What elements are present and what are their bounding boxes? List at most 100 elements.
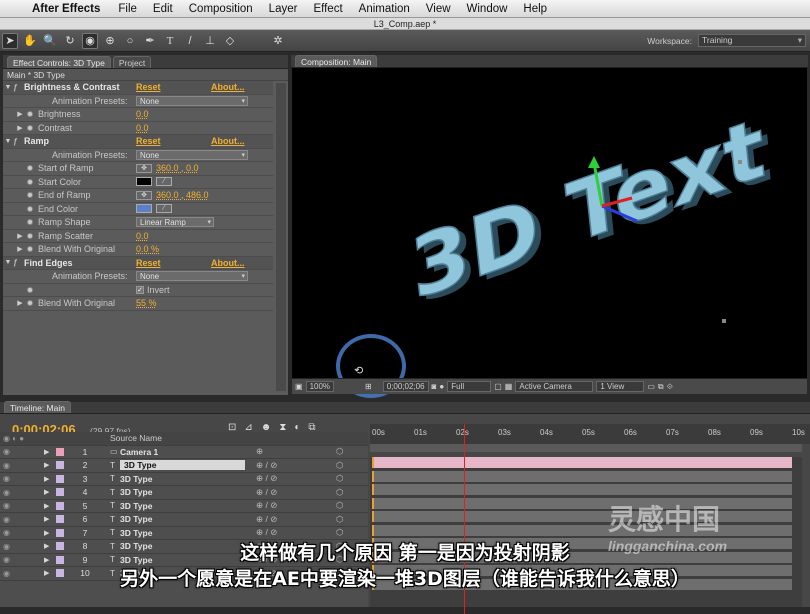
twirl-closed-icon[interactable]: ▶ [44, 461, 56, 469]
menu-composition[interactable]: Composition [181, 3, 261, 15]
label-color-swatch[interactable] [56, 528, 64, 537]
eye-icon[interactable]: ◉ [0, 474, 28, 483]
always-preview-icon[interactable]: ▣ [295, 382, 303, 391]
eraser-tool-icon[interactable]: ◇ [222, 33, 238, 49]
eye-icon[interactable]: ◉ [0, 528, 28, 537]
animation-presets-select[interactable]: None [136, 271, 248, 282]
region-icon[interactable]: ▢ [494, 382, 502, 391]
label-color-swatch[interactable] [56, 515, 64, 524]
rotate-tool-icon[interactable]: ↻ [62, 33, 78, 49]
effect-find-edges[interactable]: ▼ ƒ Find Edges Reset About... [3, 256, 273, 270]
layer-source-name[interactable]: 3D Type [120, 501, 152, 511]
work-area-bar[interactable] [370, 444, 802, 452]
menu-view[interactable]: View [418, 3, 459, 15]
stopwatch-icon[interactable] [27, 286, 33, 293]
eyedropper-icon[interactable]: ⁄ [156, 177, 172, 187]
pen-tool-icon[interactable]: ✒ [142, 33, 158, 49]
mask-tool-icon[interactable]: ○ [122, 33, 138, 49]
label-color-swatch[interactable] [56, 461, 64, 470]
menu-help[interactable]: Help [515, 3, 555, 15]
ramp-blend-value[interactable]: 0.0 % [136, 244, 159, 254]
transparency-grid-icon[interactable]: ▦ [505, 382, 513, 391]
switches[interactable]: ⊕ [256, 446, 263, 457]
reset-link[interactable]: Reset [136, 258, 161, 268]
fx-icon[interactable]: ƒ [13, 258, 24, 267]
layer-row[interactable]: ◉ ▶ 5 T 3D Type ⊕ / ⊘ ⬡ [0, 500, 368, 513]
workspace-select[interactable]: Training [698, 34, 806, 47]
layer-source-name[interactable]: 3D Type [120, 528, 152, 538]
stopwatch-icon[interactable] [27, 219, 33, 226]
start-color-swatch[interactable] [136, 177, 152, 187]
end-of-ramp-value[interactable]: 360.0 , 486.0 [156, 190, 209, 200]
about-link[interactable]: About... [211, 82, 245, 92]
3d-layer-icon[interactable]: ⬡ [336, 487, 343, 498]
zoom-tool-icon[interactable]: 🔍 [42, 33, 58, 49]
switches[interactable]: ⊕ / ⊘ [256, 487, 277, 498]
eye-icon[interactable]: ◉ [0, 515, 28, 524]
stopwatch-icon[interactable] [27, 111, 33, 118]
menu-effect[interactable]: Effect [305, 3, 350, 15]
eye-icon[interactable]: ◉ [0, 447, 28, 456]
layer-source-name[interactable]: 3D Type [120, 460, 245, 471]
switches[interactable]: ⊕ / ⊘ [256, 500, 277, 511]
resolution-select[interactable]: Full [447, 381, 492, 392]
crosshair-icon[interactable]: ✥ [136, 190, 152, 200]
twirl-closed-icon[interactable]: ▶ [15, 299, 25, 307]
camera-select[interactable]: Active Camera [515, 381, 594, 392]
tab-effect-controls[interactable]: Effect Controls: 3D Type [7, 56, 111, 68]
effect-ramp[interactable]: ▼ ƒ Ramp Reset About... [3, 135, 273, 149]
clone-stamp-tool-icon[interactable]: ⊥ [202, 33, 218, 49]
grid-icon[interactable]: ⊞ [365, 382, 372, 391]
switches[interactable]: ⊕ / ⊘ [256, 527, 277, 538]
ramp-scatter-value[interactable]: 0.0 [136, 231, 149, 241]
reset-link[interactable]: Reset [136, 136, 161, 146]
label-color-swatch[interactable] [56, 501, 64, 510]
stopwatch-icon[interactable] [27, 300, 33, 307]
3d-layer-icon[interactable]: ⬡ [336, 446, 343, 457]
reset-link[interactable]: Reset [136, 82, 161, 92]
find-edges-blend-value[interactable]: 55 % [136, 298, 157, 308]
twirl-closed-icon[interactable]: ▶ [44, 515, 56, 523]
hand-tool-icon[interactable]: ✋ [22, 33, 38, 49]
flowchart-icon[interactable]: ⟐ [667, 382, 673, 392]
eye-icon[interactable]: ◉ [0, 501, 28, 510]
tab-composition-main[interactable]: Composition: Main [295, 55, 378, 67]
effect-controls-scrollbar[interactable] [276, 83, 286, 391]
puppet-tool-icon[interactable]: ✲ [270, 33, 286, 49]
fx-icon[interactable]: ƒ [13, 137, 24, 146]
about-link[interactable]: About... [211, 136, 245, 146]
snapshot-icon[interactable]: ◙ [432, 382, 437, 391]
layer-source-name[interactable]: 3D Type [120, 514, 152, 524]
menu-edit[interactable]: Edit [145, 3, 181, 15]
layer-duration-bar[interactable] [372, 511, 792, 522]
twirl-closed-icon[interactable]: ▶ [15, 232, 25, 240]
layer-source-name[interactable]: 3D Type [120, 474, 152, 484]
twirl-open-icon[interactable]: ▼ [3, 84, 13, 91]
crosshair-icon[interactable]: ✥ [136, 163, 152, 173]
label-color-swatch[interactable] [56, 447, 64, 456]
type-tool-icon[interactable]: T [162, 33, 178, 49]
menu-file[interactable]: File [110, 3, 145, 15]
eye-icon[interactable]: ◉ [0, 461, 28, 470]
twirl-closed-icon[interactable]: ▶ [15, 124, 25, 132]
twirl-closed-icon[interactable]: ▶ [15, 245, 25, 253]
orbit-camera-tool-icon[interactable]: ◉ [82, 32, 98, 49]
layer-duration-bar[interactable] [372, 497, 792, 509]
twirl-closed-icon[interactable]: ▶ [15, 110, 25, 118]
layer-row[interactable]: ◉ ▶ 3 T 3D Type ⊕ / ⊘ ⬡ [0, 473, 368, 486]
stopwatch-icon[interactable] [27, 165, 33, 172]
layer-duration-bar[interactable] [372, 524, 792, 536]
about-link[interactable]: About... [211, 258, 245, 268]
brush-tool-icon[interactable]: / [182, 33, 198, 49]
twirl-open-icon[interactable]: ▼ [3, 259, 13, 266]
channel-icon[interactable]: ● [439, 382, 444, 391]
layer-row[interactable]: ◉ ▶ 4 T 3D Type ⊕ / ⊘ ⬡ [0, 486, 368, 500]
fx-icon[interactable]: ƒ [13, 83, 24, 92]
fast-preview-icon[interactable]: ⧉ [658, 382, 664, 392]
3d-layer-icon[interactable]: ⬡ [336, 473, 343, 484]
stopwatch-icon[interactable] [27, 205, 33, 212]
label-color-swatch[interactable] [56, 488, 64, 497]
eyedropper-icon[interactable]: ⁄ [156, 204, 172, 214]
brightness-value[interactable]: 0.0 [136, 109, 149, 119]
3d-layer-icon[interactable]: ⬡ [336, 460, 343, 471]
